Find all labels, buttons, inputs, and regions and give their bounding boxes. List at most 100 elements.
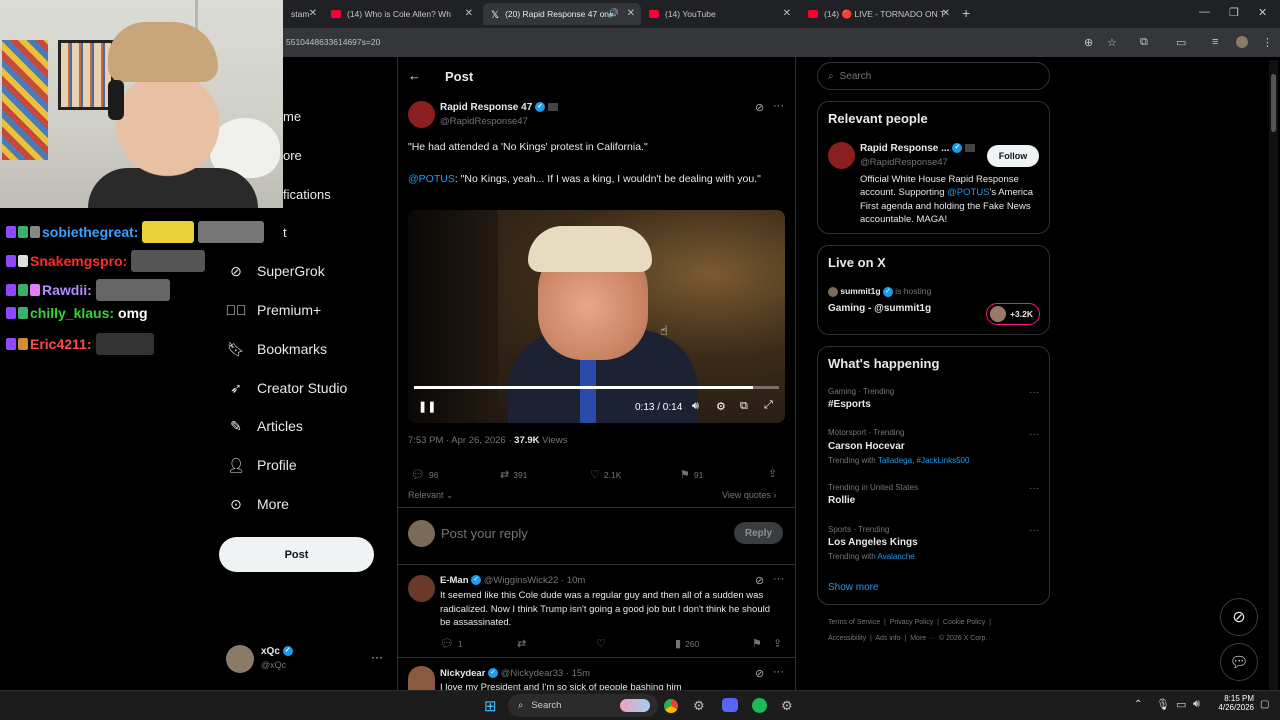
reply-author-handle[interactable]: @Nickydear33 · 15m [501, 668, 590, 679]
nav-item-supergrok[interactable]: ⊘ SuperGrok [228, 263, 325, 280]
nav-item-notifications-partial[interactable]: fications [283, 187, 331, 202]
settings-gear-icon[interactable]: ⚙ [781, 698, 793, 714]
volume-icon[interactable]: 🔊︎ [692, 400, 699, 413]
author-avatar[interactable] [408, 101, 435, 128]
url-field[interactable]: 5510448633614697s=20 [286, 37, 380, 47]
follow-button[interactable]: Follow [987, 145, 1039, 167]
post-more-icon[interactable]: ··· [773, 100, 784, 112]
account-name[interactable]: xQc ✓ [261, 646, 293, 657]
trend-more-icon[interactable]: ··· [1029, 387, 1039, 398]
account-avatar[interactable] [226, 645, 254, 673]
grok-icon[interactable]: ⊘ [755, 667, 764, 680]
bookmark-action[interactable]: ⚑ 91 [680, 468, 703, 481]
reply-more-icon[interactable]: ··· [773, 666, 784, 678]
grok-icon[interactable]: ⊘ [755, 101, 764, 114]
browser-tab[interactable]: stam ✕ [283, 3, 323, 25]
grok-float-button[interactable]: ⊘ [1220, 598, 1258, 636]
live-show-title[interactable]: Gaming - @summit1g [828, 303, 931, 314]
view-quotes-link[interactable]: View quotes › [722, 490, 776, 500]
author-handle[interactable]: @RapidResponse47 [440, 116, 528, 127]
trend-name[interactable]: Rollie [828, 495, 855, 506]
trend-more-icon[interactable]: ··· [1029, 429, 1039, 440]
person-name[interactable]: Rapid Response ... ✓ [860, 143, 976, 154]
trend-more-icon[interactable]: ··· [1029, 525, 1039, 536]
like-action[interactable]: ♡ [596, 637, 610, 650]
nav-item-partial[interactable]: t [283, 225, 287, 240]
profile-avatar-icon[interactable] [1236, 36, 1248, 48]
reply-button[interactable]: Reply [734, 522, 783, 544]
taskbar-search[interactable]: ⌕ Search [508, 694, 658, 717]
fullscreen-icon[interactable]: ⤢ [764, 399, 773, 412]
browser-tab[interactable]: (14) Who is Cole Allen? Wh ✕ [323, 3, 479, 25]
search-box[interactable]: ⌕ Search [817, 62, 1050, 90]
browser-tab[interactable]: (14) 🔴 LIVE - TORNADO ON T ✕ [800, 3, 956, 25]
views-action[interactable]: ▮ 260 [675, 637, 699, 650]
reply-author-name[interactable]: E-Man [440, 575, 469, 586]
reply-action[interactable]: 💬︎ 96 [411, 468, 438, 481]
close-tab-icon[interactable]: ✕ [783, 8, 791, 19]
nav-item-creator-studio[interactable]: ➶ Creator Studio [228, 380, 347, 397]
pause-icon[interactable]: ❚❚ [418, 400, 436, 413]
footer-links[interactable]: Accessibility | Ads info | More ··· © 20… [828, 635, 987, 642]
extensions-icon[interactable]: ⧉ [1140, 36, 1148, 49]
sort-dropdown[interactable]: Relevant ⌄ [408, 490, 454, 501]
search-input[interactable]: Search [840, 71, 872, 82]
nav-item-articles[interactable]: ✎ Articles [228, 418, 303, 435]
nav-item-home-partial[interactable]: me [283, 109, 301, 124]
trend-related-links[interactable]: Avalanche [878, 552, 915, 561]
speaker-icon[interactable]: 🔊 [608, 8, 619, 19]
taskbar-clock[interactable]: 8:15 PM 4/26/2026 [1214, 694, 1254, 712]
browser-tab-active[interactable]: 𝕏 (20) Rapid Response 47 on 🔊 ✕ [483, 3, 641, 25]
trend-more-icon[interactable]: ··· [1029, 483, 1039, 494]
network-icon[interactable]: ▭ [1176, 698, 1186, 711]
chrome-icon[interactable] [664, 699, 678, 713]
mention-link[interactable]: @POTUS [408, 173, 455, 185]
video-player[interactable]: ❚❚ 0:13 / 0:14 🔊︎ ⚙ ⧉ ⤢ [408, 210, 785, 423]
show-more-link[interactable]: Show more [828, 582, 879, 593]
tab-search-icon[interactable]: ≡ [1212, 36, 1218, 48]
nav-item-profile[interactable]: 👤︎ Profile [227, 457, 297, 474]
share-action[interactable]: ⇪ [768, 467, 781, 480]
account-menu-icon[interactable]: ··· [371, 650, 383, 664]
footer-links[interactable]: Terms of Service | Privacy Policy | Cook… [828, 619, 991, 626]
reply-more-icon[interactable]: ··· [773, 573, 784, 585]
nav-item-more[interactable]: ⊙ More [228, 496, 289, 513]
trend-related-links[interactable]: Talladega, #JackLinks500 [878, 456, 970, 465]
sidebar-icon[interactable]: ▭ [1176, 36, 1186, 49]
restore-icon[interactable]: ❐ [1229, 6, 1239, 19]
bookmark-action[interactable]: ⚑ [752, 637, 766, 650]
messages-float-button[interactable]: 💬︎ [1220, 643, 1258, 681]
bio-mention-link[interactable]: @POTUS [947, 187, 989, 198]
reply-author-handle[interactable]: @WigginsWick22 · 10m [484, 575, 586, 586]
close-tab-icon[interactable]: ✕ [627, 8, 635, 19]
picture-in-picture-icon[interactable]: ⧉ [740, 400, 748, 413]
close-tab-icon[interactable]: ✕ [942, 8, 950, 19]
reply-input[interactable]: Post your reply [441, 526, 528, 541]
browser-tab[interactable]: (14) YouTube ✕ [641, 3, 797, 25]
post-button[interactable]: Post [219, 537, 374, 572]
volume-icon[interactable]: 🔊︎ [1193, 698, 1200, 711]
microphone-icon[interactable]: 🎙︎ [1156, 698, 1170, 711]
app-icon[interactable]: ⚙ [693, 698, 705, 714]
repost-action[interactable]: ⇄ 391 [500, 468, 527, 481]
close-tab-icon[interactable]: ✕ [309, 8, 317, 19]
bookmark-star-icon[interactable]: ☆ [1107, 36, 1117, 49]
reply-author-avatar[interactable] [408, 666, 435, 690]
discord-icon[interactable] [722, 698, 738, 712]
tray-chevron-icon[interactable]: ⌃ [1134, 699, 1142, 710]
grok-icon[interactable]: ⊘ [755, 574, 764, 587]
nav-item-explore-partial[interactable]: ore [283, 148, 302, 163]
browser-menu-icon[interactable]: ⋮ [1262, 36, 1273, 49]
video-progress-track[interactable] [414, 386, 779, 389]
reply-author-name[interactable]: Nickydear [440, 668, 485, 679]
close-tab-icon[interactable]: ✕ [465, 8, 473, 19]
share-action[interactable]: ⇪ [773, 637, 786, 650]
author-name[interactable]: Rapid Response 47 ✓ [440, 102, 558, 113]
repost-action[interactable]: ⇄ [517, 637, 530, 650]
trend-name[interactable]: Carson Hocevar [828, 441, 905, 452]
spotify-icon[interactable] [752, 698, 767, 713]
nav-item-premium[interactable]: ✓⃝ Premium+ [226, 302, 322, 318]
scrollbar[interactable] [1269, 60, 1278, 690]
minimize-icon[interactable]: — [1199, 6, 1210, 18]
windows-start-icon[interactable]: ⊞ [484, 697, 497, 715]
